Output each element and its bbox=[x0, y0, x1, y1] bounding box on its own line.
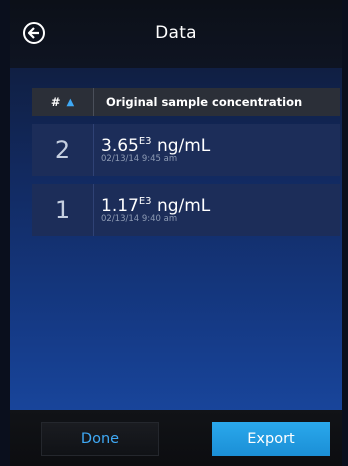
table-header: # ▲ Original sample concentration bbox=[32, 88, 340, 116]
screen: Data # ▲ Original sample concentration 2… bbox=[10, 0, 342, 466]
table-row[interactable]: 1 1.17E3 ng/mL 02/13/14 9:40 am bbox=[32, 184, 340, 236]
row-number: 2 bbox=[32, 124, 94, 176]
top-bar: Data bbox=[10, 0, 342, 68]
column-header-number[interactable]: # ▲ bbox=[32, 88, 94, 116]
concentration-value: 3.65E3 ng/mL bbox=[101, 132, 210, 156]
done-button[interactable]: Done bbox=[41, 422, 159, 456]
concentration-value: 1.17E3 ng/mL bbox=[101, 192, 210, 216]
column-header-number-label: # bbox=[50, 95, 61, 109]
row-timestamp: 02/13/14 9:40 am bbox=[101, 214, 178, 224]
value-exponent: E3 bbox=[138, 196, 152, 207]
column-header-concentration: Original sample concentration bbox=[106, 95, 303, 109]
export-button[interactable]: Export bbox=[212, 422, 330, 456]
row-number: 1 bbox=[32, 184, 94, 236]
bottom-bar: Done Export bbox=[10, 410, 342, 466]
value-mantissa: 1.17 bbox=[101, 196, 139, 216]
value-unit: ng/mL bbox=[156, 196, 211, 216]
table-row[interactable]: 2 3.65E3 ng/mL 02/13/14 9:45 am bbox=[32, 124, 340, 176]
value-unit: ng/mL bbox=[156, 136, 211, 156]
chevron-up-icon: ▲ bbox=[66, 96, 75, 108]
value-exponent: E3 bbox=[138, 136, 152, 147]
row-timestamp: 02/13/14 9:45 am bbox=[101, 154, 178, 164]
value-mantissa: 3.65 bbox=[101, 136, 139, 156]
page-title: Data bbox=[155, 23, 197, 43]
